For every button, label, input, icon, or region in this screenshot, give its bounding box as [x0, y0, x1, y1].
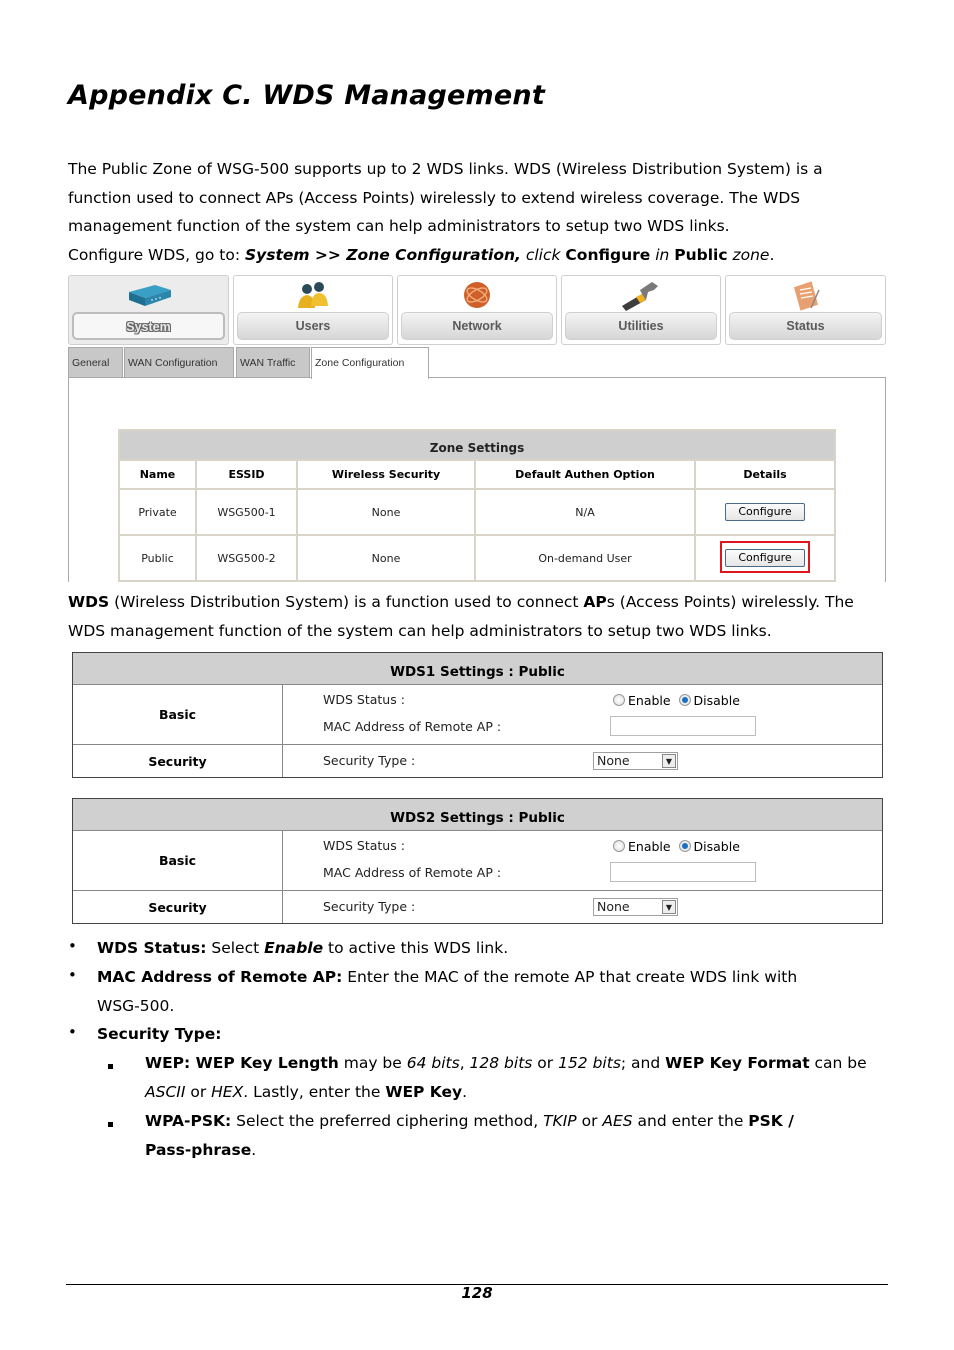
wds-table-title: WDS2 Settings : Public — [73, 799, 882, 831]
nav-tile-system[interactable]: System — [68, 275, 229, 345]
nav-label: Users — [237, 312, 389, 340]
nav-label: Utilities — [565, 312, 717, 340]
mac-address-label: MAC Address of Remote AP : — [323, 719, 502, 734]
zone-security: None — [296, 534, 476, 582]
nav-tile-network[interactable]: Network — [397, 275, 557, 345]
page-title: Appendix C. WDS Management — [68, 80, 545, 111]
wds-paragraph: WDS (Wireless Distribution System) is a … — [68, 593, 854, 640]
mac-address-input[interactable] — [610, 862, 756, 882]
zone-essid: WSG500-2 — [195, 534, 298, 582]
bullet-security-type: Security Type: — [97, 1025, 222, 1043]
bullet-icon: • — [68, 937, 77, 955]
nav-label: Status — [729, 312, 882, 340]
intro-line: The Public Zone of WSG-500 supports up t… — [68, 160, 823, 178]
network-globe-icon — [460, 280, 494, 316]
nav-label: System — [72, 312, 225, 340]
security-type-select[interactable]: None ▼ — [593, 752, 678, 770]
zone-essid: WSG500-1 — [195, 488, 298, 536]
column-header: Name — [118, 459, 197, 490]
subtab-zone-configuration[interactable]: Zone Configuration — [311, 347, 429, 379]
nav-tile-utilities[interactable]: Utilities — [561, 275, 721, 345]
basic-label: Basic — [73, 831, 283, 890]
sub-bullet-wpa-psk: WPA-PSK: Select the preferred ciphering … — [145, 1112, 794, 1130]
navigation-instruction: Configure WDS, go to: System >> Zone Con… — [68, 246, 775, 265]
zone-security: None — [296, 488, 476, 536]
column-header: Details — [694, 459, 836, 490]
wds-table-title: WDS1 Settings : Public — [73, 653, 882, 685]
intro-line: function used to connect APs (Access Poi… — [68, 188, 801, 207]
nav-label: Network — [401, 312, 553, 340]
users-icon — [293, 280, 333, 316]
square-bullet-icon — [108, 1064, 113, 1069]
subtab-wan-configuration[interactable]: WAN Configuration — [124, 347, 234, 378]
column-header: Wireless Security — [296, 459, 476, 490]
table-row: Private WSG500-1 None N/A Configure — [118, 488, 836, 536]
zone-authen: N/A — [474, 488, 696, 536]
page-number: 128 — [461, 1284, 493, 1302]
bullet-mac-address: MAC Address of Remote AP: Enter the MAC … — [97, 968, 798, 986]
nav-tile-status[interactable]: Status — [725, 275, 886, 345]
column-header: ESSID — [195, 459, 298, 490]
nav-tile-users[interactable]: Users — [233, 275, 393, 345]
bullet-wds-status: WDS Status: Select Enable to active this… — [97, 939, 509, 957]
router-icon — [125, 280, 173, 314]
wds1-settings-table: WDS1 Settings : Public Basic WDS Status … — [72, 652, 883, 778]
security-label: Security — [73, 745, 283, 777]
subtab-wan-traffic[interactable]: WAN Traffic — [236, 347, 310, 378]
intro-line: management function of the system can he… — [68, 217, 730, 236]
square-bullet-icon — [108, 1122, 113, 1127]
security-type-label: Security Type : — [323, 753, 416, 768]
chevron-down-icon: ▼ — [662, 754, 676, 768]
zone-name: Public — [118, 534, 197, 582]
highlight-box — [720, 541, 810, 573]
sub-bullet-wep: WEP: WEP Key Length may be 64 bits, 128 … — [145, 1054, 867, 1072]
bullet-icon: • — [68, 1023, 77, 1041]
zone-name: Private — [118, 488, 197, 536]
intro-paragraph: The Public Zone of WSG-500 supports up t… — [68, 155, 898, 270]
enable-radio[interactable] — [613, 840, 625, 852]
security-label: Security — [73, 891, 283, 923]
wds-status-label: WDS Status : — [323, 838, 405, 853]
security-type-select[interactable]: None ▼ — [593, 898, 678, 916]
subtab-general[interactable]: General — [68, 347, 123, 378]
bullet-icon: • — [68, 966, 77, 984]
mac-address-label: MAC Address of Remote AP : — [323, 865, 502, 880]
chevron-down-icon: ▼ — [662, 900, 676, 914]
zone-authen: On-demand User — [474, 534, 696, 582]
hammer-icon — [618, 280, 664, 316]
zone-table-title: Zone Settings — [118, 429, 836, 461]
column-header: Default Authen Option — [474, 459, 696, 490]
document-status-icon — [789, 280, 823, 316]
basic-label: Basic — [73, 685, 283, 744]
configure-private-button[interactable]: Configure — [725, 503, 805, 521]
wds2-settings-table: WDS2 Settings : Public Basic WDS Status … — [72, 798, 883, 924]
mac-address-input[interactable] — [610, 716, 756, 736]
disable-radio[interactable] — [678, 694, 691, 706]
enable-radio[interactable] — [613, 694, 625, 706]
wds-status-label: WDS Status : — [323, 692, 405, 707]
disable-radio[interactable] — [678, 840, 691, 852]
security-type-label: Security Type : — [323, 899, 416, 914]
